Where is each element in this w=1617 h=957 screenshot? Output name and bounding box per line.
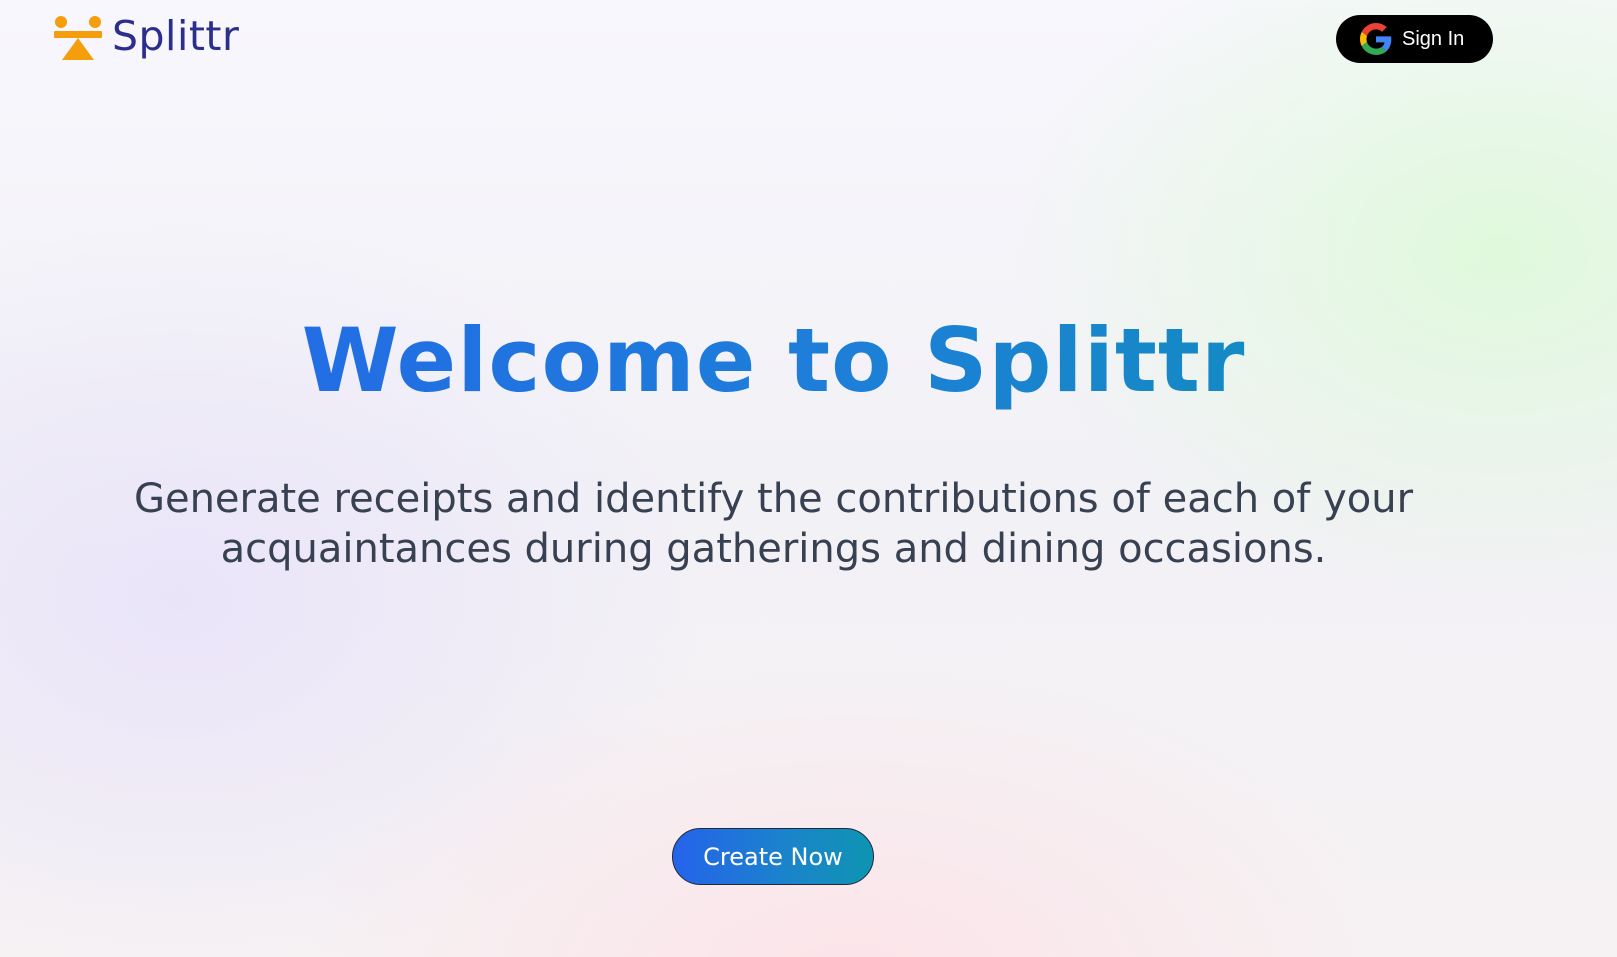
sign-in-label: Sign In [1402,27,1465,50]
splittr-logo-icon [54,16,102,60]
create-now-button[interactable]: Create Now [672,828,874,885]
brand-logo[interactable]: Splittr [52,12,240,62]
page-title-text: Welcome to Splittr [301,309,1246,412]
hero-subtitle: Generate receipts and identify the contr… [133,476,1414,572]
google-icon [1360,23,1392,55]
brand-name: Splittr [112,12,240,60]
sign-in-button[interactable]: Sign In [1336,15,1493,63]
page-title: Welcome to Splittr [0,305,1547,417]
